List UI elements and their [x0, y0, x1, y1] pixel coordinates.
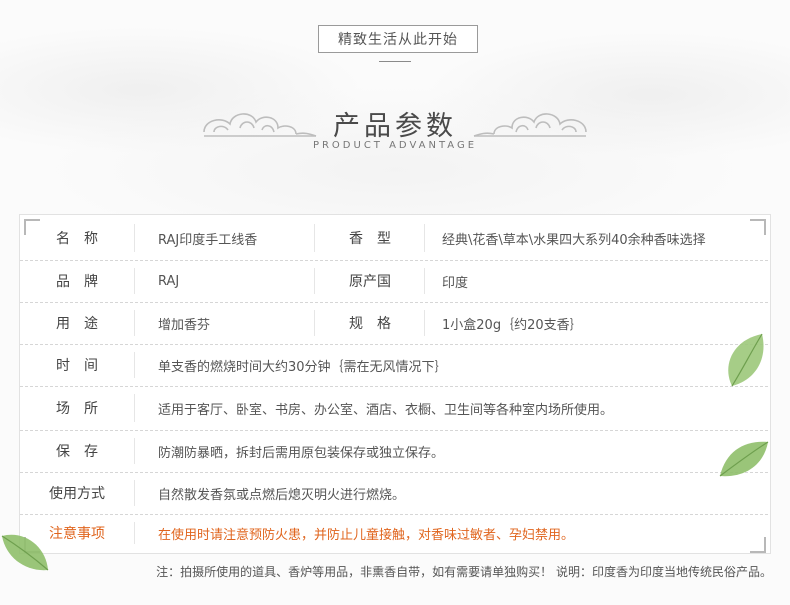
param-label: 保 存 [56, 444, 98, 460]
param-value: 适用于客厅、卧室、书房、办公室、酒店、衣橱、卫生间等各种室内场所使用。 [158, 402, 614, 418]
param-value-2: 经典\花香\草本\水果四大系列40余种香味选择 [442, 232, 706, 248]
param-value: 增加香芬 [158, 317, 211, 333]
section-title: 产品参数 [333, 111, 457, 142]
param-row-time: 时 间 单支香的燃烧时间大约30分钟｛需在无风情况下｝ [20, 344, 768, 387]
leaf-icon [728, 333, 764, 387]
param-value-2: 1小盒20g｛约20支香｝ [442, 317, 583, 333]
footnote: 注：拍摄所使用的道具、香炉等用品，非熏香自带，如有需要请单独购买！ 说明：印度香… [156, 565, 772, 579]
param-value: RAJ [158, 273, 180, 289]
param-value: RAJ印度手工线香 [158, 232, 258, 248]
column-divider [134, 268, 135, 294]
param-value-2: 印度 [442, 275, 469, 291]
param-row-method: 使用方式 自然散发香氛或点燃后熄灭明火进行燃烧。 [20, 472, 768, 515]
column-divider [134, 438, 135, 464]
param-label-2: 香 型 [349, 231, 391, 247]
param-row-place: 场 所 适用于客厅、卧室、书房、办公室、酒店、衣橱、卫生间等各种室内场所使用。 [20, 386, 768, 431]
column-divider [424, 268, 425, 294]
param-label: 时 间 [56, 358, 98, 374]
param-label: 用 途 [56, 316, 98, 332]
section-subtitle: PRODUCT ADVANTAGE [312, 140, 478, 151]
column-divider [424, 224, 425, 252]
param-value: 在使用时请注意预防火患，并防止儿童接触，对香味过敏者、孕妇禁用。 [158, 527, 575, 543]
column-divider [134, 310, 135, 336]
param-value: 单支香的燃烧时间大约30分钟｛需在无风情况下｝ [158, 359, 448, 375]
param-label-2: 规 格 [349, 316, 391, 332]
param-label: 使用方式 [49, 486, 105, 502]
column-divider [134, 394, 135, 422]
column-divider [134, 224, 135, 252]
param-label: 名 称 [56, 231, 98, 247]
column-divider [134, 352, 135, 378]
column-divider [424, 310, 425, 336]
param-label: 场 所 [56, 401, 98, 417]
param-label: 品 牌 [56, 274, 98, 290]
param-row-caution: 注意事项 在使用时请注意预防火患，并防止儿童接触，对香味过敏者、孕妇禁用。 [20, 514, 768, 552]
slogan-divider [379, 61, 411, 62]
leaf-icon [1, 534, 49, 571]
param-row-storage: 保 存 防潮防暴晒，拆封后需用原包装保存或独立保存。 [20, 430, 768, 473]
param-row-name: 名 称 RAJ印度手工线香 香 型 经典\花香\草本\水果四大系列40余种香味选… [20, 216, 768, 261]
param-row-brand: 品 牌 RAJ 原产国 印度 [20, 260, 768, 303]
param-value: 防潮防暴晒，拆封后需用原包装保存或独立保存。 [158, 445, 445, 461]
column-divider [134, 522, 135, 544]
param-label-2: 原产国 [349, 274, 391, 290]
slogan-box: 精致生活从此开始 [318, 25, 478, 53]
column-divider [134, 480, 135, 506]
param-row-usage: 用 途 增加香芬 规 格 1小盒20g｛约20支香｝ [20, 302, 768, 345]
leaf-icon [719, 441, 769, 477]
param-value: 自然散发香氛或点燃后熄灭明火进行燃烧。 [158, 487, 406, 503]
